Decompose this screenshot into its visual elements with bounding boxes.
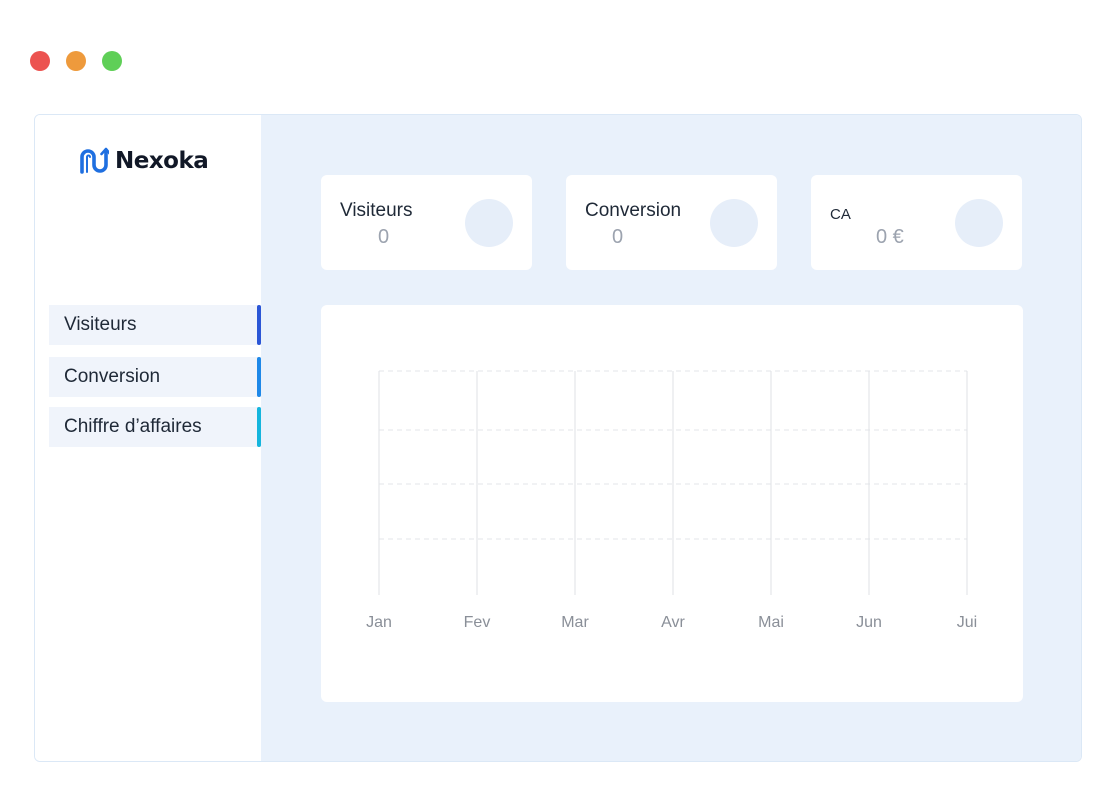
x-tick-label: Jun xyxy=(856,614,882,631)
minimize-window-button[interactable] xyxy=(66,51,86,71)
stat-value: 0 xyxy=(378,226,390,248)
sidebar-item-conversion[interactable]: Conversion xyxy=(49,357,261,397)
sidebar-item-label: Chiffre d’affaires xyxy=(64,416,202,437)
line-chart: Jan Fev Mar Avr Mai Jun Jui xyxy=(366,370,977,631)
sidebar-nav: Visiteurs Conversion Chiffre d’affaires xyxy=(49,305,261,447)
stat-label: Visiteurs xyxy=(340,200,413,221)
stat-icon xyxy=(465,199,513,247)
x-tick-label: Mai xyxy=(758,614,784,631)
stat-label: CA xyxy=(830,206,851,223)
x-tick-label: Mar xyxy=(561,614,589,631)
sidebar-item-visiteurs[interactable]: Visiteurs xyxy=(49,305,261,345)
main-content: Visiteurs 0 Conversion 0 CA 0 € Jan Fev Ma… xyxy=(261,115,1081,761)
brand-logo[interactable]: Nexoka xyxy=(77,145,209,177)
sidebar-item-chiffre-affaires[interactable]: Chiffre d’affaires xyxy=(49,407,261,447)
brand-name: Nexoka xyxy=(115,148,209,174)
chart-panel: Jan Fev Mar Avr Mai Jun Jui xyxy=(321,305,1023,702)
stat-value: 0 € xyxy=(876,226,904,248)
stat-icon xyxy=(710,199,758,247)
sidebar-item-label: Conversion xyxy=(64,366,161,387)
nexoka-logo-icon xyxy=(80,147,109,174)
stat-label: Conversion xyxy=(585,200,682,221)
maximize-window-button[interactable] xyxy=(102,51,122,71)
x-tick-label: Fev xyxy=(464,614,491,631)
x-tick-label: Jan xyxy=(366,614,392,631)
stat-icon xyxy=(955,199,1003,247)
x-tick-label: Jui xyxy=(957,614,977,631)
sidebar-item-label: Visiteurs xyxy=(64,314,137,335)
stat-card-conversion[interactable]: Conversion 0 xyxy=(566,175,777,270)
stat-value: 0 xyxy=(612,226,624,248)
dashboard-window: Nexoka Visiteurs Conversion Chiffre d’af… xyxy=(34,114,1082,762)
x-tick-label: Avr xyxy=(661,614,685,631)
close-window-button[interactable] xyxy=(30,51,50,71)
stat-card-visiteurs[interactable]: Visiteurs 0 xyxy=(321,175,532,270)
stat-card-ca[interactable]: CA 0 € xyxy=(811,175,1022,270)
window-controls xyxy=(30,51,122,71)
sidebar: Nexoka Visiteurs Conversion Chiffre d’af… xyxy=(35,115,261,761)
